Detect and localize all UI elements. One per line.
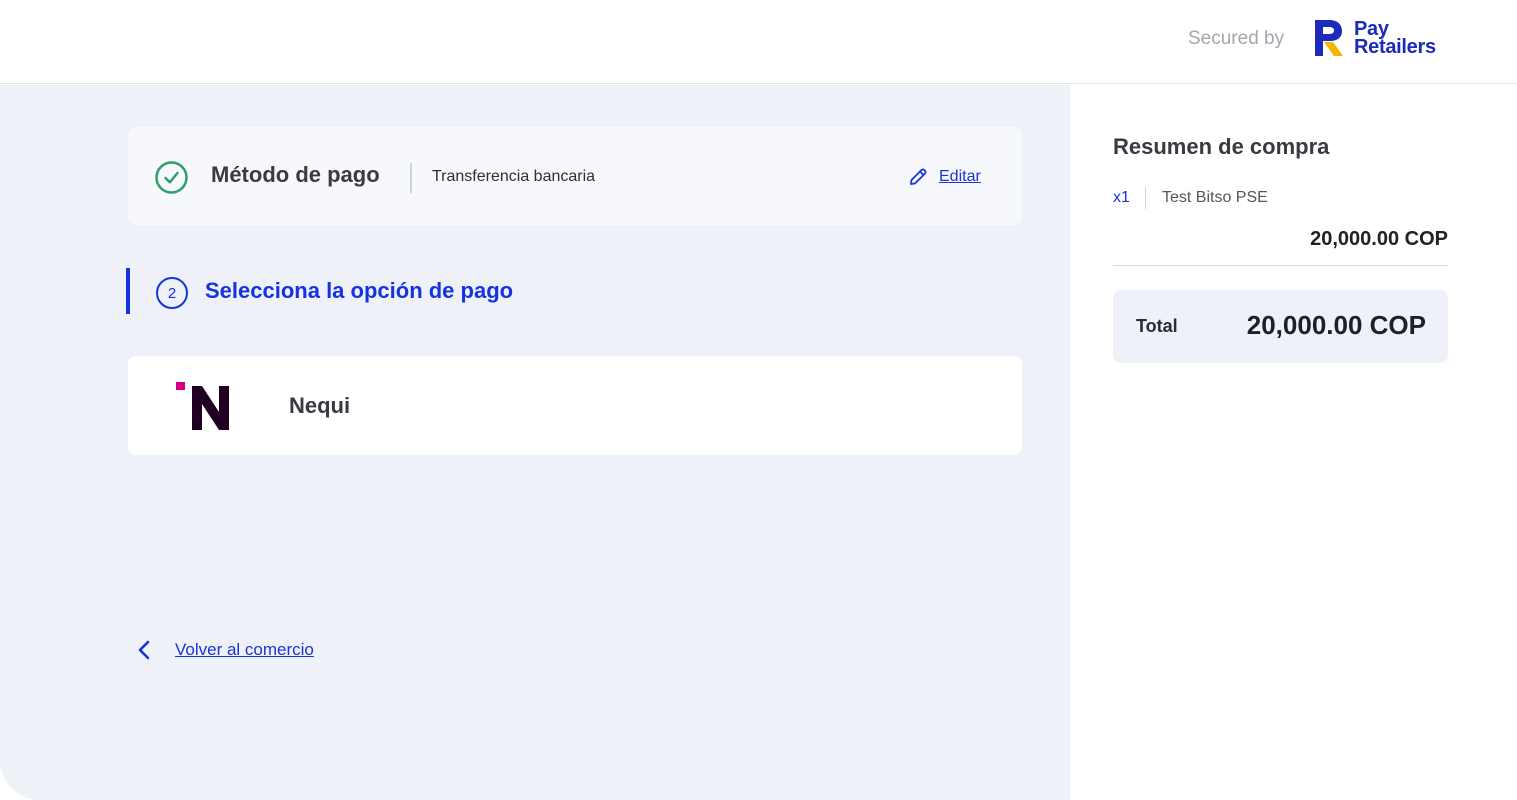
payment-method-card: Método de pago Transferencia bancaria Ed… <box>128 127 1022 225</box>
payretailers-mark-icon <box>1315 20 1343 56</box>
item-quantity: x1 <box>1113 189 1130 206</box>
secured-by-label: Secured by <box>1188 28 1285 49</box>
chevron-left-icon <box>138 640 150 660</box>
order-summary-panel: Resumen de compra x1 Test Bitso PSE 20,0… <box>1070 85 1517 800</box>
check-circle-icon <box>155 161 188 194</box>
nequi-logo-icon <box>176 382 229 430</box>
payment-method-title: Método de pago <box>211 162 380 187</box>
checkout-main: Método de pago Transferencia bancaria Ed… <box>0 85 1070 800</box>
divider <box>1145 187 1146 209</box>
edit-link[interactable]: Editar <box>939 168 981 186</box>
item-name: Test Bitso PSE <box>1162 189 1268 206</box>
total-label: Total <box>1136 316 1178 336</box>
back-link[interactable]: Volver al comercio <box>175 640 314 660</box>
payretailers-logo: Pay Retailers <box>1312 18 1436 58</box>
header: Secured by Pay Retailers <box>0 0 1517 84</box>
brand-line2: Retailers <box>1354 36 1436 58</box>
item-price: 20,000.00 COP <box>1310 228 1448 250</box>
divider <box>410 163 412 193</box>
back-to-merchant-button[interactable]: Volver al comercio <box>136 638 314 662</box>
edit-button[interactable]: Editar <box>908 167 981 187</box>
total-value: 20,000.00 COP <box>1246 310 1426 340</box>
summary-title: Resumen de compra <box>1113 134 1330 159</box>
pencil-icon <box>910 168 927 185</box>
total-box: Total 20,000.00 COP <box>1113 290 1448 363</box>
summary-divider <box>1113 265 1448 266</box>
active-step-indicator <box>126 268 130 314</box>
step-number: 2 <box>156 277 188 309</box>
option-label: Nequi <box>289 393 351 418</box>
payment-method-value: Transferencia bancaria <box>432 168 596 185</box>
step-title: Selecciona la opción de pago <box>205 278 514 303</box>
payment-option-nequi[interactable]: Nequi <box>128 356 1022 455</box>
